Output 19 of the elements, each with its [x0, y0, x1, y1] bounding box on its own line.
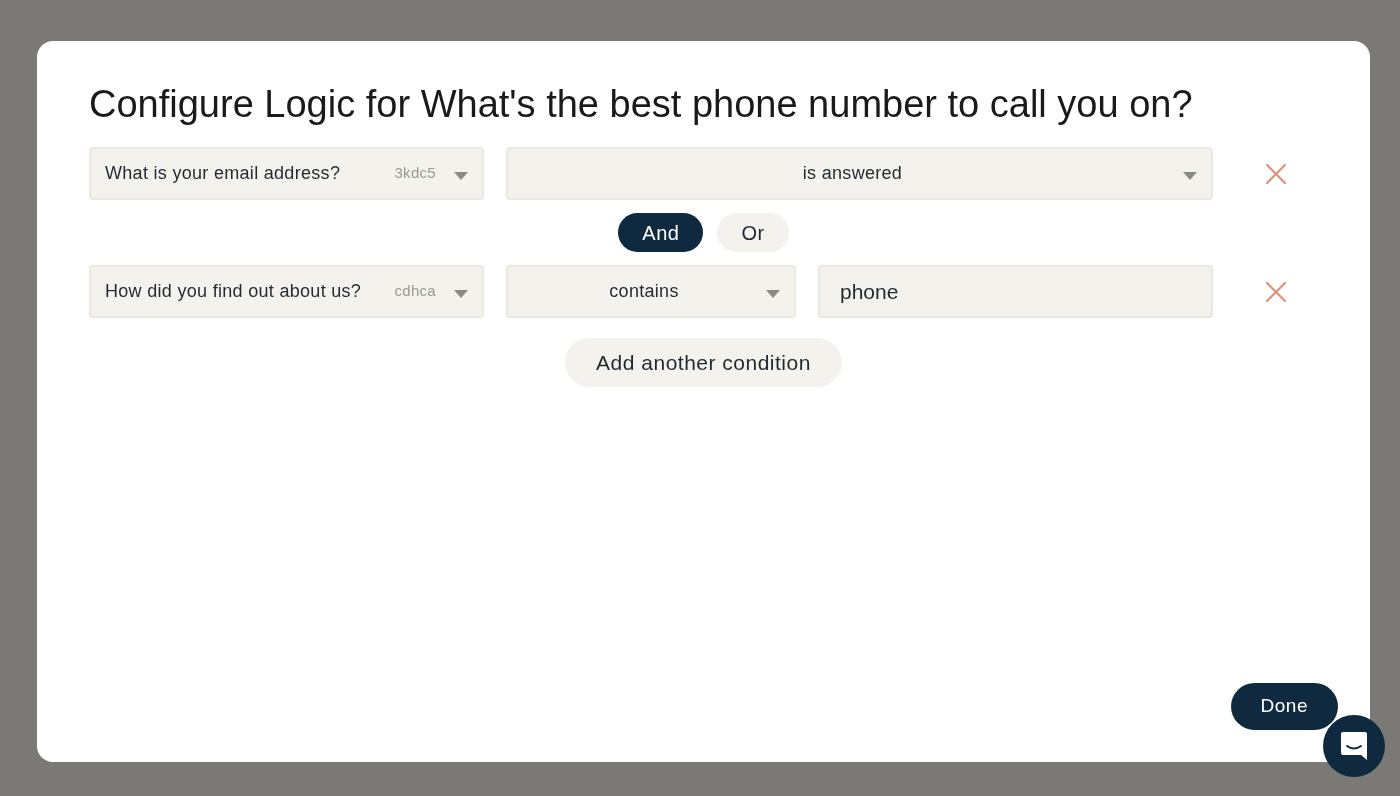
chat-icon [1339, 730, 1369, 762]
close-icon [1266, 163, 1286, 184]
logic-toggle[interactable]: Or [717, 213, 789, 252]
close-icon [1266, 281, 1286, 302]
remove-condition-button[interactable] [1265, 162, 1287, 185]
caret-icon [1183, 171, 1197, 180]
operator-select[interactable]: contains [506, 265, 796, 318]
value-input[interactable]: phone [818, 265, 1213, 318]
caret-icon [766, 289, 780, 298]
caret-icon [454, 289, 468, 298]
question-select[interactable]: What is your email address? 3kdc5 [89, 147, 484, 200]
operator-select[interactable]: is answered [506, 147, 1213, 200]
question-select[interactable]: How did you find out about us? cdhca [89, 265, 484, 318]
add-condition-button[interactable]: Add another condition [565, 338, 842, 387]
dialog-title: Configure Logic for What's the best phone number to call you on? [89, 82, 1194, 127]
remove-condition-button[interactable] [1265, 280, 1287, 303]
logic-toggle[interactable]: And [618, 213, 704, 252]
done-button[interactable]: Done [1230, 683, 1338, 730]
caret-icon [454, 171, 468, 180]
